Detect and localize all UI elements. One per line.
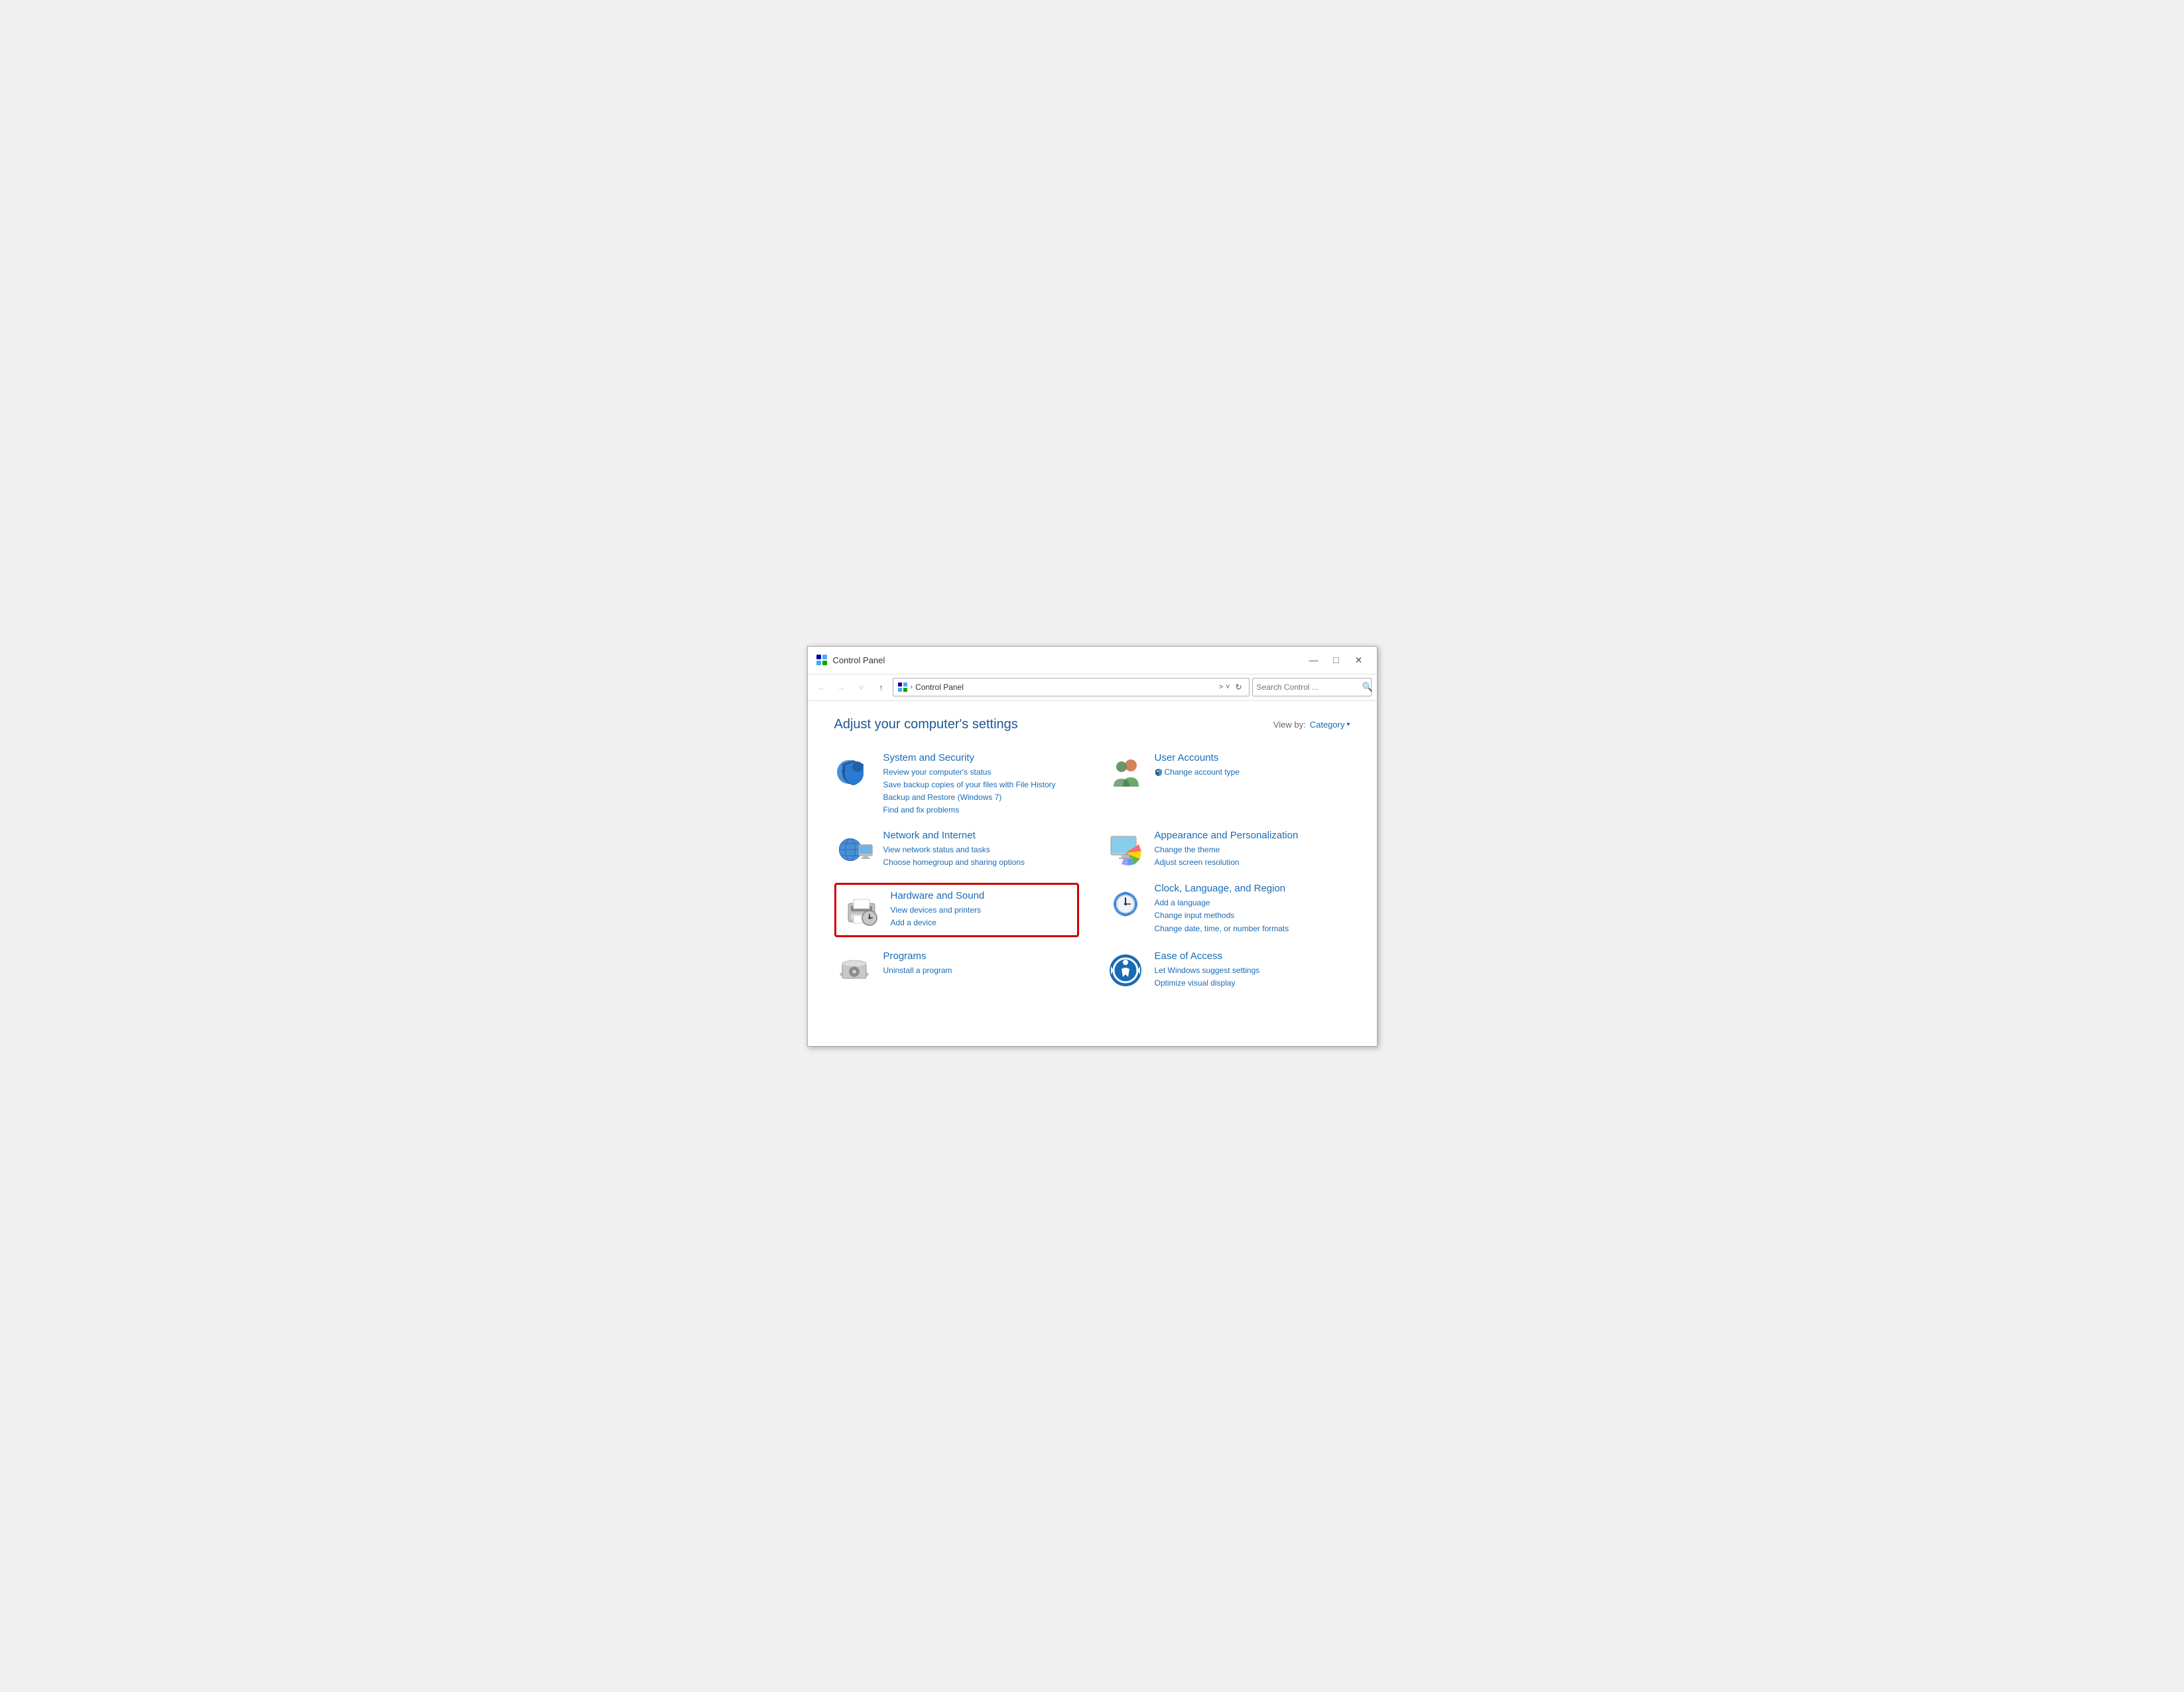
page-header: Adjust your computer's settings View by:…	[834, 717, 1350, 732]
window-title-icon	[816, 654, 828, 666]
appearance-title[interactable]: Appearance and Personalization	[1155, 830, 1350, 841]
hardware-sound-title[interactable]: Hardware and Sound	[891, 890, 1072, 901]
page-title: Adjust your computer's settings	[834, 717, 1018, 732]
shield-small-icon	[1155, 768, 1163, 776]
view-by-arrow: ▾	[1346, 721, 1350, 728]
appearance-text: Appearance and Personalization Change th…	[1155, 830, 1350, 869]
clock-language-title[interactable]: Clock, Language, and Region	[1155, 883, 1350, 894]
category-appearance: Appearance and Personalization Change th…	[1106, 830, 1350, 870]
address-dropdown-button[interactable]: ˅	[1226, 683, 1230, 691]
system-security-link-4[interactable]: Find and fix problems	[883, 804, 1079, 816]
window-title: Control Panel	[833, 655, 885, 665]
address-breadcrumb-arrow[interactable]: ›	[911, 683, 913, 691]
user-accounts-link-1[interactable]: Change account type	[1155, 766, 1350, 779]
user-accounts-title[interactable]: User Accounts	[1155, 752, 1350, 763]
category-hardware-sound: Hardware and Sound View devices and prin…	[842, 890, 1072, 930]
system-security-link-1[interactable]: Review your computer's status	[883, 766, 1079, 779]
clock-language-link-2[interactable]: Change input methods	[1155, 909, 1350, 922]
search-box[interactable]: 🔍	[1252, 678, 1372, 696]
search-input[interactable]	[1257, 683, 1360, 692]
categories-grid: System and Security Review your computer…	[834, 752, 1350, 991]
network-internet-icon	[834, 830, 874, 870]
address-path: Control Panel	[915, 683, 1216, 692]
hardware-sound-link-2[interactable]: Add a device	[891, 917, 1072, 929]
hardware-sound-icon	[842, 890, 881, 930]
appearance-link-2[interactable]: Adjust screen resolution	[1155, 856, 1350, 869]
view-by-label: View by:	[1273, 720, 1306, 730]
clock-language-link-1[interactable]: Add a language	[1155, 897, 1350, 909]
category-hardware-sound-highlighted: Hardware and Sound View devices and prin…	[834, 883, 1079, 937]
refresh-button[interactable]: ↻	[1232, 681, 1244, 693]
ease-of-access-icon	[1106, 950, 1145, 990]
category-system-security: System and Security Review your computer…	[834, 752, 1079, 817]
back-button[interactable]: ←	[813, 679, 830, 696]
hardware-sound-link-1[interactable]: View devices and printers	[891, 904, 1072, 917]
up-button[interactable]: ↑	[873, 679, 890, 696]
programs-text: Programs Uninstall a program	[883, 950, 1079, 977]
category-clock-language: Clock, Language, and Region Add a langua…	[1106, 883, 1350, 937]
appearance-icon	[1106, 830, 1145, 870]
clock-language-icon	[1106, 883, 1145, 923]
view-by-value-text: Category	[1310, 720, 1345, 730]
system-security-text: System and Security Review your computer…	[883, 752, 1079, 817]
title-bar-left: Control Panel	[816, 654, 1304, 666]
search-icon[interactable]: 🔍	[1362, 682, 1373, 692]
network-internet-link-2[interactable]: Choose homegroup and sharing options	[883, 856, 1079, 869]
category-user-accounts: User Accounts Change account type	[1106, 752, 1350, 817]
network-internet-link-1[interactable]: View network status and tasks	[883, 844, 1079, 856]
close-button[interactable]: ✕	[1349, 652, 1369, 668]
navigation-bar: ← → ˅ ↑ › Control Panel > ˅ ↻ 🔍	[808, 675, 1377, 701]
maximize-button[interactable]: □	[1326, 652, 1346, 668]
hardware-sound-text: Hardware and Sound View devices and prin…	[891, 890, 1072, 929]
control-panel-window: Control Panel — □ ✕ ← → ˅ ↑ › Control Pa…	[807, 646, 1378, 1047]
user-accounts-icon	[1106, 752, 1145, 792]
category-programs: Programs Uninstall a program	[834, 950, 1079, 990]
address-chevron: >	[1219, 683, 1223, 691]
clock-language-text: Clock, Language, and Region Add a langua…	[1155, 883, 1350, 935]
ease-of-access-title[interactable]: Ease of Access	[1155, 950, 1350, 962]
forward-button[interactable]: →	[833, 679, 850, 696]
dropdown-recent-button[interactable]: ˅	[853, 679, 870, 696]
view-by-dropdown[interactable]: Category ▾	[1310, 720, 1350, 730]
category-network-internet: Network and Internet View network status…	[834, 830, 1079, 870]
ease-of-access-text: Ease of Access Let Windows suggest setti…	[1155, 950, 1350, 990]
ease-of-access-link-1[interactable]: Let Windows suggest settings	[1155, 964, 1350, 977]
appearance-link-1[interactable]: Change the theme	[1155, 844, 1350, 856]
system-security-link-3[interactable]: Backup and Restore (Windows 7)	[883, 791, 1079, 804]
system-security-link-2[interactable]: Save backup copies of your files with Fi…	[883, 779, 1079, 791]
programs-title[interactable]: Programs	[883, 950, 1079, 962]
system-security-icon	[834, 752, 874, 792]
programs-link-1[interactable]: Uninstall a program	[883, 964, 1079, 977]
minimize-button[interactable]: —	[1304, 652, 1324, 668]
address-bar[interactable]: › Control Panel > ˅ ↻	[893, 678, 1250, 696]
network-internet-text: Network and Internet View network status…	[883, 830, 1079, 869]
view-by-control: View by: Category ▾	[1273, 720, 1350, 730]
clock-language-link-3[interactable]: Change date, time, or number formats	[1155, 923, 1350, 935]
ease-of-access-link-2[interactable]: Optimize visual display	[1155, 977, 1350, 990]
main-content: Adjust your computer's settings View by:…	[808, 701, 1377, 1046]
title-bar: Control Panel — □ ✕	[808, 647, 1377, 675]
user-accounts-text: User Accounts Change account type	[1155, 752, 1350, 779]
programs-icon	[834, 950, 874, 990]
network-internet-title[interactable]: Network and Internet	[883, 830, 1079, 841]
window-controls: — □ ✕	[1304, 652, 1369, 668]
system-security-title[interactable]: System and Security	[883, 752, 1079, 763]
address-icon	[897, 682, 908, 692]
category-ease-of-access: Ease of Access Let Windows suggest setti…	[1106, 950, 1350, 990]
